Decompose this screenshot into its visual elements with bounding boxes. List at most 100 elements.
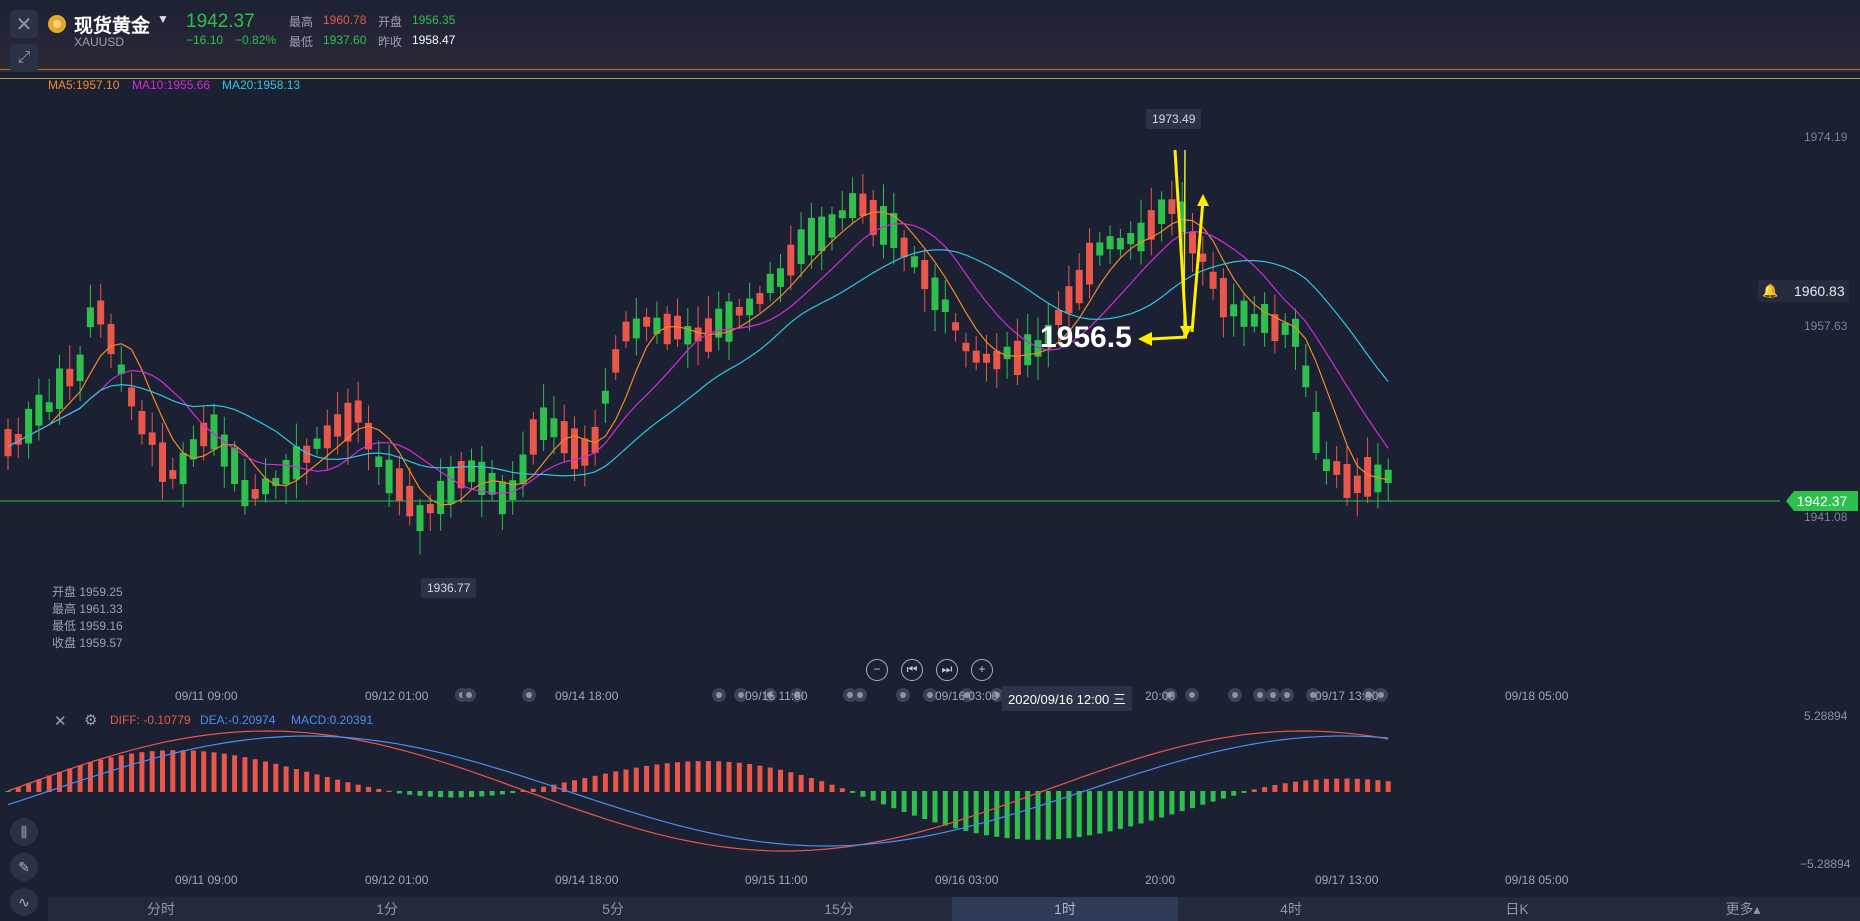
macd-bar	[510, 791, 516, 794]
alert-price-box[interactable]: 🔔 1960.83	[1758, 280, 1849, 302]
time-tick: 09/17 13:00	[1315, 873, 1379, 887]
zoom-in-button[interactable]: +	[971, 659, 993, 681]
macd-bar	[345, 782, 351, 792]
open-label: 开盘	[378, 15, 403, 29]
macd-settings-icon[interactable]: ⚙	[84, 711, 97, 729]
period-tab[interactable]: 分时	[48, 897, 274, 921]
event-dot[interactable]	[1266, 688, 1280, 702]
draw-line-icon: ⤢	[17, 49, 31, 66]
event-dot[interactable]	[1253, 688, 1267, 702]
candle-body	[777, 268, 784, 287]
candle-body	[107, 323, 115, 355]
macd-bar	[530, 788, 536, 792]
macd-bar	[685, 761, 691, 792]
macd-bar	[139, 752, 145, 792]
pen-tool-button[interactable]: ✎	[10, 853, 38, 881]
candle-body	[1158, 199, 1166, 224]
zoom-out-button[interactable]: −	[866, 659, 888, 681]
candle-body	[1199, 253, 1207, 262]
candle-body	[787, 244, 795, 276]
period-tab[interactable]: 15分	[726, 897, 952, 921]
macd-bar	[747, 764, 753, 792]
candle-body	[437, 480, 445, 515]
macd-bar	[1056, 791, 1062, 840]
bell-icon[interactable]: 🔔	[1762, 283, 1778, 299]
candle-body	[1147, 210, 1155, 240]
period-tab[interactable]: 5分	[500, 897, 726, 921]
macd-bar	[242, 757, 248, 792]
candle-body	[622, 321, 630, 342]
macd-bar	[57, 771, 62, 792]
macd-bar	[1210, 791, 1216, 802]
event-dot[interactable]	[1185, 688, 1199, 702]
macd-diff: DIFF: -0.10779	[110, 713, 191, 727]
event-dot[interactable]	[522, 688, 536, 702]
macd-bar	[335, 779, 341, 792]
period-tab[interactable]: 1分	[274, 897, 500, 921]
draw-tool-button[interactable]: ⤢	[10, 44, 38, 72]
candle-body	[550, 418, 558, 438]
candle-body	[952, 322, 960, 331]
event-dot[interactable]	[462, 688, 476, 702]
candle-body	[1168, 199, 1176, 214]
candle-body	[704, 318, 712, 352]
macd-bar	[922, 791, 928, 820]
candle-body	[416, 505, 424, 532]
pen-icon: ✎	[18, 859, 30, 875]
macd-bar	[942, 791, 948, 826]
macd-bar	[839, 788, 845, 792]
event-dot[interactable]	[1280, 688, 1294, 702]
axis-price-top: 1974.19	[1804, 130, 1848, 144]
candle-body	[1333, 461, 1341, 475]
candle-body	[591, 426, 599, 453]
candle-body	[684, 326, 692, 345]
macd-bar	[1004, 791, 1010, 839]
last-price: 1942.37	[186, 11, 255, 32]
plus-icon: +	[978, 662, 986, 676]
macd-bar	[1097, 791, 1103, 834]
period-tab[interactable]: 4时	[1178, 897, 1404, 921]
macd-bar	[46, 775, 52, 792]
instrument-name[interactable]: 现货黄金	[74, 11, 150, 38]
period-tab[interactable]: 更多▴	[1630, 897, 1856, 921]
jump-start-button[interactable]: ⏮	[901, 659, 923, 681]
candle-body	[210, 414, 218, 450]
macd-bar	[644, 765, 650, 792]
time-tick: 09/12 01:00	[365, 873, 429, 887]
period-tab[interactable]: 1时	[952, 897, 1178, 921]
period-tab[interactable]: 日K	[1404, 897, 1630, 921]
time-tick: 09/16 03:00	[935, 689, 999, 703]
high-marker: 1973.49	[1146, 109, 1202, 129]
macd-bar	[1014, 791, 1020, 840]
candle-body	[303, 445, 311, 463]
candlestick-chart[interactable]	[0, 0, 1860, 921]
close-button[interactable]: ✕	[10, 10, 38, 38]
candle-body	[498, 481, 506, 515]
candle-body	[1281, 322, 1289, 335]
chart-type-button[interactable]: ∿	[10, 888, 38, 916]
candle-body	[1065, 286, 1073, 314]
candle-body	[1003, 346, 1011, 360]
macd-bar	[448, 791, 454, 798]
macd-bar	[582, 778, 588, 792]
macd-line	[7, 735, 1389, 847]
event-dot[interactable]	[712, 688, 726, 702]
event-dot[interactable]	[853, 688, 867, 702]
instrument-dropdown-icon[interactable]: ▼	[157, 12, 169, 26]
jump-end-button[interactable]: ⏭	[936, 659, 958, 681]
candle-body	[1250, 314, 1258, 327]
macd-bar	[1045, 791, 1051, 840]
event-dot[interactable]	[896, 688, 910, 702]
low-label: 最低	[289, 35, 314, 49]
macd-close-icon[interactable]: ✕	[54, 712, 67, 730]
macd-bar	[469, 791, 474, 798]
time-tick: 09/15 11:00	[745, 689, 808, 703]
indicator-tool-button[interactable]: ⫼	[10, 818, 38, 846]
macd-bar	[108, 757, 114, 792]
macd-bar	[1128, 791, 1134, 827]
time-tick: 09/18 05:00	[1505, 689, 1569, 703]
macd-bar	[592, 775, 598, 792]
macd-bar	[1344, 778, 1350, 792]
event-dot[interactable]	[1228, 688, 1242, 702]
macd-bar	[314, 774, 320, 792]
